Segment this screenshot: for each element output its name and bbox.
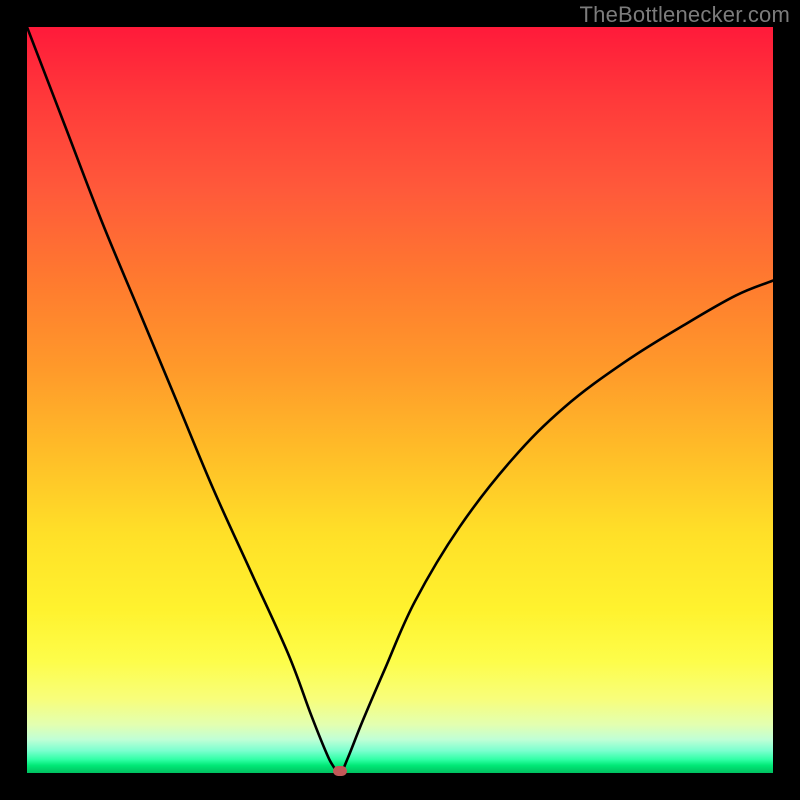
chart-frame: TheBottlenecker.com (0, 0, 800, 800)
watermark-text: TheBottlenecker.com (580, 2, 790, 28)
bottleneck-curve (27, 27, 773, 773)
optimal-point-marker (333, 766, 347, 776)
